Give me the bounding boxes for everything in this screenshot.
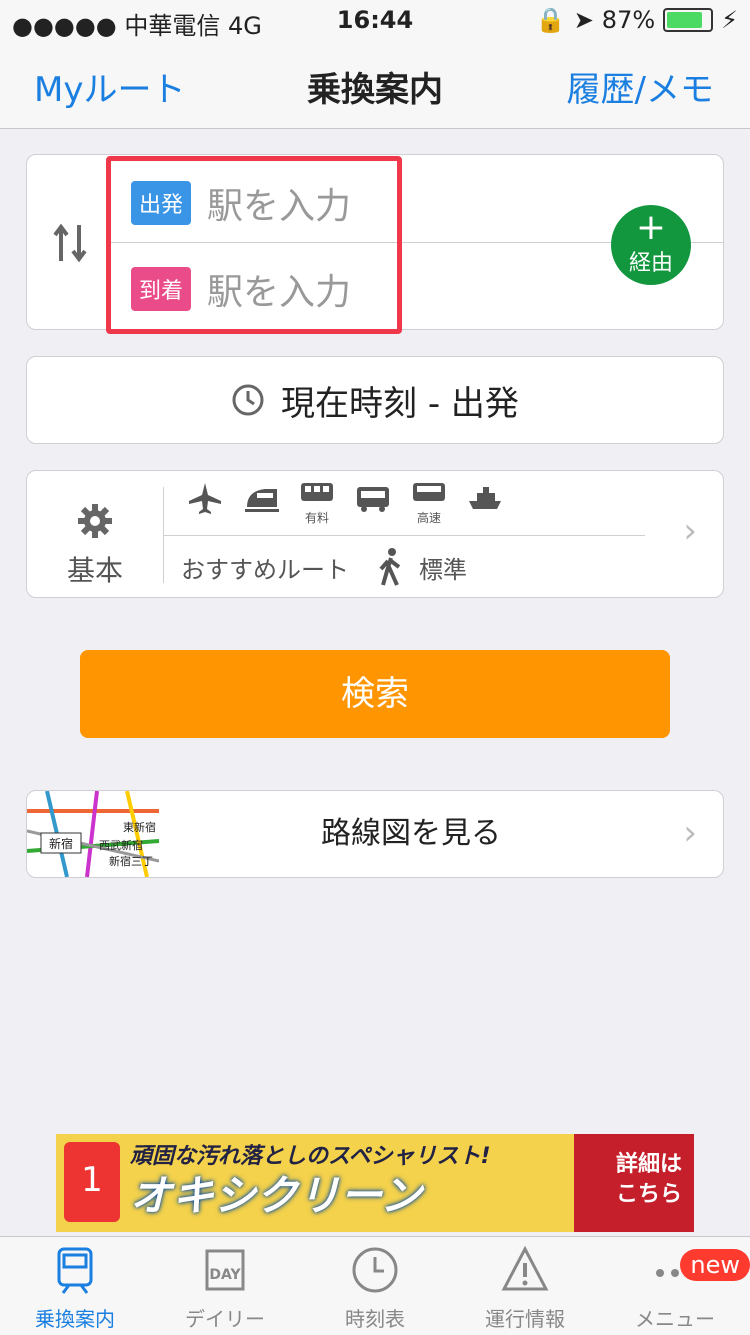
- search-button[interactable]: 検索: [80, 650, 670, 738]
- route-map-thumbnail: 新宿 西武新宿 東新宿 新宿三丁: [27, 791, 159, 877]
- svg-text:東新宿: 東新宿: [123, 820, 156, 834]
- chevron-right-icon: ›: [683, 813, 697, 853]
- route-map-label: 路線図を見る: [321, 816, 501, 851]
- shinkansen-icon: [243, 481, 279, 526]
- ad-brand: オキシクリーン: [130, 1171, 422, 1220]
- daily-calendar-icon: DAY: [205, 1249, 245, 1291]
- svg-text:DAY: DAY: [209, 1267, 241, 1283]
- add-via-button[interactable]: + 経由: [611, 205, 691, 285]
- route-preferences: おすすめルート 標準: [181, 547, 467, 587]
- tab-label: メニュー: [635, 1307, 715, 1331]
- history-memo-button[interactable]: 履歴/メモ: [567, 62, 714, 111]
- svg-text:新宿三丁: 新宿三丁: [109, 854, 153, 868]
- tab-timetable[interactable]: 時刻表: [300, 1245, 450, 1332]
- battery-fill: [667, 12, 702, 28]
- rotation-lock-icon: 🔒: [535, 6, 566, 34]
- svg-text:西武新宿: 西武新宿: [99, 838, 143, 852]
- location-icon: ➤: [573, 6, 594, 34]
- clock-icon: [352, 1247, 398, 1293]
- basic-label: 基本: [66, 554, 123, 587]
- tab-label: 運行情報: [485, 1307, 565, 1331]
- chevron-right-icon: ›: [683, 511, 697, 551]
- plus-icon: +: [635, 207, 667, 248]
- ad-cta-line2: こちら: [615, 1182, 682, 1207]
- tab-daily[interactable]: DAY デイリー: [150, 1245, 300, 1332]
- tab-bar: 乗換案内 DAY デイリー 時刻表 運行情報 メニュー new: [0, 1236, 750, 1335]
- search-options-card[interactable]: 基本 有料 高速 おすすめルート 標準 ›: [26, 470, 724, 598]
- status-right: 🔒 ➤ 87% ⚡: [536, 6, 738, 34]
- ad-cta-line1: 詳細は: [615, 1152, 682, 1177]
- clock-icon: [232, 384, 264, 416]
- walking-icon: [379, 548, 401, 586]
- tab-menu[interactable]: メニュー new: [600, 1245, 750, 1332]
- charging-icon: ⚡: [721, 6, 738, 34]
- swap-stations-icon[interactable]: [51, 221, 91, 265]
- paid-train-icon: 有料: [299, 481, 335, 526]
- options-divider-horizontal: [163, 535, 645, 536]
- battery-percent: 87%: [601, 6, 656, 34]
- station-highlight-box: [106, 156, 402, 334]
- ad-image-area: 1 頑固な汚れ落としのスペシャリスト! オキシクリーン: [56, 1134, 574, 1232]
- time-setting-button[interactable]: 現在時刻 - 出発: [26, 356, 724, 444]
- gear-icon: [78, 504, 112, 538]
- route-type-label: おすすめルート: [181, 555, 349, 584]
- walk-speed-label: 標準: [419, 555, 467, 584]
- ad-cta[interactable]: 詳細は こちら: [616, 1150, 682, 1210]
- transport-modes: 有料 高速: [187, 481, 503, 526]
- ranking-badge-icon: 1: [64, 1142, 120, 1222]
- highway-bus-icon: 高速: [411, 481, 447, 526]
- tab-service-info[interactable]: 運行情報: [450, 1245, 600, 1332]
- time-setting-label: 現在時刻 - 出発: [281, 383, 519, 424]
- bus-icon: [355, 481, 391, 526]
- tab-label: デイリー: [185, 1307, 265, 1331]
- ad-banner[interactable]: 1 頑固な汚れ落としのスペシャリスト! オキシクリーン 詳細は こちら: [56, 1134, 694, 1232]
- warning-icon: [501, 1245, 549, 1291]
- tab-label: 乗換案内: [35, 1307, 115, 1331]
- via-label: 経由: [628, 251, 673, 276]
- train-icon: [57, 1247, 93, 1294]
- navigation-bar: Myルート 乗換案内 履歴/メモ: [0, 40, 750, 129]
- new-badge: new: [680, 1249, 750, 1281]
- airplane-icon: [187, 481, 223, 526]
- basic-settings[interactable]: 基本: [27, 471, 163, 597]
- route-map-button[interactable]: 新宿 西武新宿 東新宿 新宿三丁 路線図を見る ›: [26, 790, 724, 878]
- battery-icon: [663, 8, 714, 32]
- tab-label: 時刻表: [345, 1307, 405, 1331]
- tab-transfer[interactable]: 乗換案内: [0, 1245, 150, 1332]
- status-bar: ●●●●● 中華電信 4G 16:44 🔒 ➤ 87% ⚡: [0, 0, 750, 40]
- svg-text:新宿: 新宿: [49, 836, 73, 851]
- ferry-icon: [467, 481, 503, 526]
